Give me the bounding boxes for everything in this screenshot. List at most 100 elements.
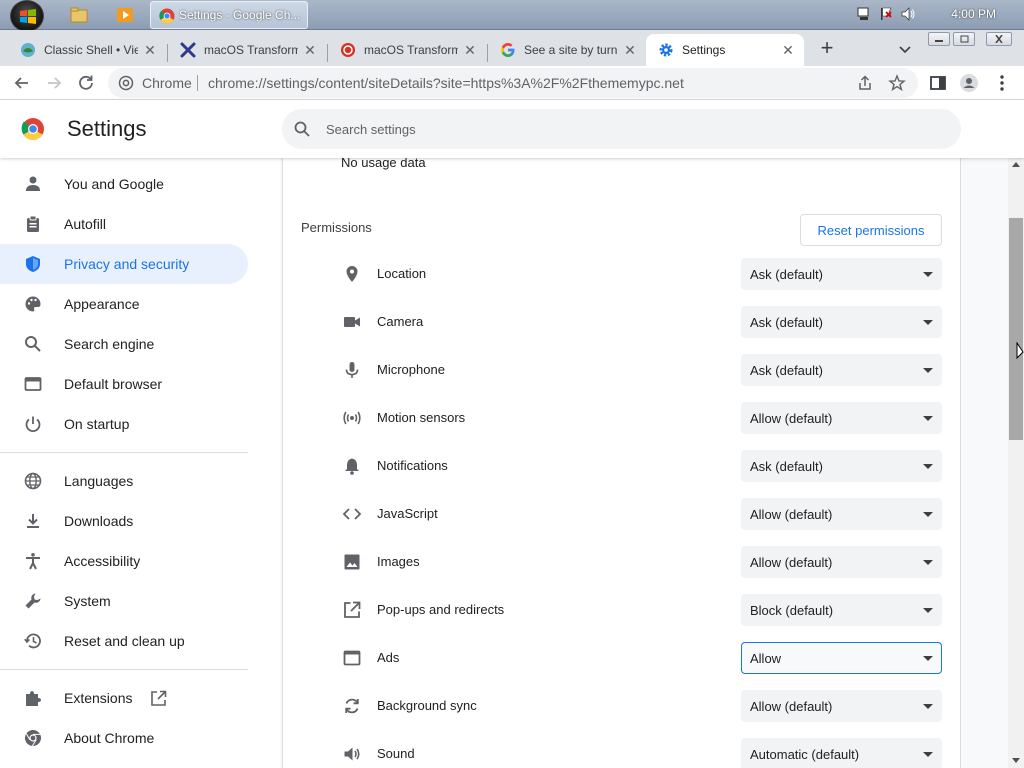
sidebar-item-default-browser[interactable]: Default browser (0, 364, 248, 404)
back-arrow-icon[interactable] (12, 73, 32, 93)
mouse-cursor-icon (1016, 342, 1024, 360)
notifications-select[interactable]: Ask (default) (741, 450, 942, 482)
wrench-icon (25, 593, 41, 609)
sidebar-item-on-startup[interactable]: On startup (0, 404, 248, 444)
palette-icon (25, 296, 41, 312)
sidebar-item-languages[interactable]: Languages (0, 461, 248, 501)
close-icon[interactable]: ✕ (302, 42, 318, 58)
popups-select[interactable]: Block (default) (741, 594, 942, 626)
settings-header: Settings (0, 100, 1024, 158)
close-icon[interactable]: ✕ (142, 42, 158, 58)
sidebar-divider (0, 452, 248, 453)
camera-select[interactable]: Ask (default) (741, 306, 942, 338)
accessibility-icon (26, 553, 40, 570)
permission-label: Notifications (377, 458, 448, 473)
tab-see-a-site[interactable]: See a site by turnin ✕ (488, 34, 646, 66)
javascript-select[interactable]: Allow (default) (741, 498, 942, 530)
scroll-up-arrow-icon[interactable] (1012, 162, 1020, 167)
sound-select[interactable]: Automatic (default) (741, 738, 942, 768)
page-scrollbar[interactable] (1008, 158, 1024, 768)
file-explorer-taskbar-button[interactable] (62, 3, 96, 27)
select-value: Allow (default) (750, 411, 833, 426)
permission-row-microphone: Microphone Ask (default) (283, 354, 962, 402)
side-panel-icon[interactable] (928, 73, 948, 93)
address-bar[interactable]: Chrome chrome://settings/content/siteDet… (108, 68, 918, 98)
classic-shell-icon (21, 43, 35, 57)
sidebar-item-system[interactable]: System (0, 581, 248, 621)
network-icon[interactable] (856, 6, 872, 22)
speaker-icon (344, 747, 360, 761)
bell-icon (345, 458, 359, 475)
bookmark-star-icon[interactable] (888, 74, 906, 92)
dropdown-caret-icon (923, 272, 933, 277)
sidebar-item-reset-and-clean-up[interactable]: Reset and clean up (0, 621, 248, 661)
open-in-new-icon (151, 690, 167, 706)
tab-macos-transformation-1[interactable]: macOS Transformati ✕ (168, 34, 326, 66)
permission-label: Pop-ups and redirects (377, 602, 505, 617)
reset-permissions-button[interactable]: Reset permissions (800, 214, 942, 246)
search-input[interactable] (326, 119, 926, 139)
media-player-taskbar-button[interactable] (108, 3, 142, 27)
close-icon[interactable]: ✕ (462, 42, 478, 58)
media-player-icon (117, 8, 133, 22)
select-value: Ask (default) (750, 267, 823, 282)
sidebar-item-search-engine[interactable]: Search engine (0, 324, 248, 364)
tab-search-chevron-icon[interactable] (896, 40, 914, 58)
minimize-button[interactable] (928, 32, 950, 46)
microphone-select[interactable]: Ask (default) (741, 354, 942, 386)
permission-label: Ads (377, 650, 400, 665)
sidebar-item-downloads[interactable]: Downloads (0, 501, 248, 541)
sidebar-item-appearance[interactable]: Appearance (0, 284, 248, 324)
sidebar-item-label: Extensions (64, 690, 133, 706)
permission-row-sound: Sound Automatic (default) (283, 738, 962, 768)
tab-macos-transformation-2[interactable]: macOS Transformati ✕ (328, 34, 486, 66)
flag-icon[interactable] (878, 6, 894, 22)
tab-classic-shell[interactable]: Classic Shell • View ✕ (8, 34, 166, 66)
chrome-taskbar-label: Settings - Google Ch... (179, 8, 301, 22)
taskbar-clock[interactable]: 4:00 PM (951, 7, 996, 21)
tab-title: Settings (682, 43, 726, 57)
close-icon[interactable]: ✕ (780, 42, 796, 58)
permission-row-motion-sensors: Motion sensors Allow (default) (283, 402, 962, 450)
location-pin-icon (346, 266, 358, 282)
reload-icon[interactable] (76, 73, 96, 93)
share-icon[interactable] (856, 74, 874, 92)
images-select[interactable]: Allow (default) (741, 546, 942, 578)
background-sync-select[interactable]: Allow (default) (741, 690, 942, 722)
chrome-taskbar-button[interactable]: Settings - Google Ch... (150, 1, 308, 29)
scroll-down-arrow-icon[interactable] (1012, 758, 1020, 763)
volume-icon[interactable] (900, 6, 916, 22)
tab-title: macOS Transformati (204, 43, 298, 57)
sidebar-item-privacy-and-security[interactable]: Privacy and security (0, 244, 248, 284)
ads-window-icon (343, 650, 361, 666)
sidebar-item-label: Search engine (64, 336, 155, 352)
chrome-site-icon[interactable] (118, 75, 134, 91)
profile-avatar-icon[interactable] (959, 73, 979, 93)
url-text[interactable]: chrome://settings/content/siteDetails?si… (208, 75, 684, 91)
ads-select[interactable]: Allow (741, 642, 942, 674)
start-orb[interactable] (10, 0, 44, 32)
maximize-button[interactable] (953, 32, 975, 46)
sidebar-item-accessibility[interactable]: Accessibility (0, 541, 248, 581)
scrollbar-thumb[interactable] (1009, 218, 1023, 440)
sidebar-item-extensions[interactable]: Extensions (0, 678, 248, 718)
tab-settings[interactable]: Settings ✕ (646, 34, 804, 66)
close-window-button[interactable] (986, 32, 1012, 46)
sidebar-item-about-chrome[interactable]: About Chrome (0, 718, 248, 758)
puzzle-icon (26, 691, 41, 706)
sidebar-item-you-and-google[interactable]: You and Google (0, 164, 248, 204)
motion-sensors-select[interactable]: Allow (default) (741, 402, 942, 434)
settings-search-box[interactable] (282, 109, 961, 149)
image-icon (344, 554, 360, 570)
more-menu-icon[interactable] (992, 73, 1012, 93)
dropdown-caret-icon (923, 704, 933, 709)
sidebar-item-label: Appearance (64, 296, 140, 312)
sidebar-item-autofill[interactable]: Autofill (0, 204, 248, 244)
location-select[interactable]: Ask (default) (741, 258, 942, 290)
sensors-icon (343, 411, 361, 425)
new-tab-button[interactable]: + (816, 37, 838, 60)
forward-arrow-icon[interactable] (44, 73, 64, 93)
shield-icon (26, 256, 40, 272)
close-icon[interactable]: ✕ (622, 42, 638, 58)
select-value: Block (default) (750, 603, 834, 618)
